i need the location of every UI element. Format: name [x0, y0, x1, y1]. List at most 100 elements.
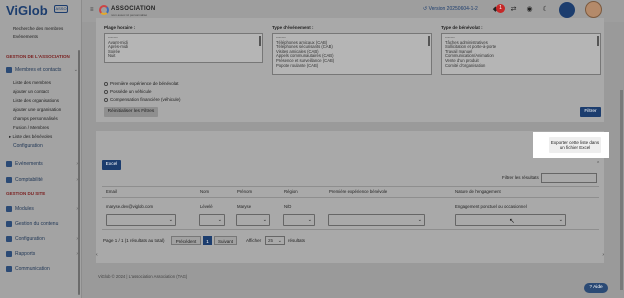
vehicle-checkbox[interactable]: Possède un véhicule [104, 89, 152, 94]
column-header-experience[interactable]: Première expérience bénévole [329, 189, 387, 194]
table-bottom-divider [102, 229, 599, 230]
page-1-button[interactable]: 1 [203, 236, 212, 245]
listbox-scrollbar[interactable] [597, 36, 599, 46]
sidebar-subitem-add-org[interactable]: ajouter une organisation [13, 107, 61, 112]
chevron-up-icon[interactable]: ⌃ [596, 161, 600, 167]
list-option[interactable]: Popote roulante (CAB) [276, 63, 428, 69]
checkbox-box[interactable] [104, 89, 108, 94]
user-avatar[interactable] [585, 1, 602, 18]
sidebar-item-communications[interactable]: Communication [6, 266, 78, 272]
sidebar-item-content[interactable]: Gestion du contenu [6, 221, 78, 227]
sidebar-item-site-configuration[interactable]: Configuration › [6, 236, 78, 242]
table-horizontal-scrollbar[interactable]: ‹ › [96, 252, 604, 258]
event-type-label: Type d'événement : [272, 25, 314, 30]
swap-icon[interactable]: ⇄ [509, 5, 518, 14]
per-page-value: 25 [268, 238, 274, 243]
excel-export-button[interactable]: Excel [102, 160, 121, 170]
scroll-left-icon[interactable]: ‹ [96, 252, 98, 258]
content-icon [6, 221, 12, 227]
sidebar-subitem-volunteers[interactable]: ▸ Liste des bénévoles [9, 134, 52, 140]
help-button[interactable]: ? Aide [584, 283, 608, 293]
sidebar-subitem-custom-fields[interactable]: champs personnalisés [13, 116, 58, 121]
language-icon[interactable] [559, 2, 575, 18]
column-filter-region[interactable]: ⌄ [283, 214, 315, 226]
menu-toggle-icon[interactable]: ≡ [90, 7, 94, 13]
filter-results-label: Filtrer les résultats [502, 175, 539, 180]
notification-badge: 1 [496, 4, 505, 13]
chevron-down-icon: ⌄ [417, 217, 422, 223]
sidebar-item-modules[interactable]: Modules › [6, 206, 78, 212]
sidebar-subitem-org-list[interactable]: Liste des organisations [13, 98, 59, 103]
export-tooltip: Exporter cette liste dans un fichier Exc… [533, 132, 609, 158]
main-scrollbar[interactable] [620, 90, 623, 290]
checkbox-box[interactable] [104, 81, 108, 86]
eye-icon[interactable]: ◉ [525, 5, 534, 14]
chart-icon [6, 251, 12, 257]
checkbox-label: Première expérience de bénévolat [110, 81, 179, 86]
sidebar-link-events[interactable]: Evénements [13, 34, 38, 39]
list-option[interactable]: Nuit [108, 54, 259, 59]
sidebar-item-label: Gestion du contenu [15, 221, 59, 227]
sidebar-subitem-member-list[interactable]: Liste des membres [13, 80, 51, 85]
mouse-cursor-icon: ↖ [509, 218, 515, 225]
members-icon [6, 67, 12, 73]
sidebar-item-label: Comptabilité [15, 177, 43, 183]
accounting-icon [6, 177, 12, 183]
show-label: Afficher [246, 238, 262, 243]
previous-page-button[interactable]: Précédent [171, 236, 201, 245]
first-experience-checkbox[interactable]: Première expérience de bénévolat [104, 81, 179, 86]
column-header-name[interactable]: Nom [200, 189, 209, 194]
listbox-scrollbar[interactable] [428, 36, 430, 46]
dark-mode-icon[interactable]: ☾ [541, 5, 550, 14]
caret-right-icon: ▸ [9, 134, 12, 139]
column-filter-email[interactable]: ⌄ [106, 214, 176, 226]
volunteer-type-label: Type de bénévolat : [441, 25, 483, 30]
column-header-firstname[interactable]: Prénom [237, 189, 252, 194]
column-header-engagement[interactable]: Nature de l'engagement [455, 189, 501, 194]
table-header-divider [102, 197, 599, 198]
reset-filters-button[interactable]: Réinitialiser les Filtres [104, 107, 158, 117]
chevron-down-icon: ⌄ [262, 217, 267, 223]
app-logo[interactable]: ViGlob [6, 3, 48, 18]
column-filter-name[interactable]: ⌄ [199, 214, 225, 226]
sidebar-item-label: Liste des bénévoles [12, 134, 53, 139]
sidebar-subitem-add-contact[interactable]: ajouter un contact [13, 89, 49, 94]
column-header-email[interactable]: Email [106, 189, 117, 194]
sidebar-item-members[interactable]: Membres et contacts ⌄ [6, 67, 78, 73]
per-page-select[interactable]: 25 ⌄ [265, 236, 285, 245]
version-link[interactable]: ↺ Version 20250604-1-2 [423, 6, 478, 12]
column-header-region[interactable]: Région [284, 189, 298, 194]
version-label: Version 20250604-1-2 [428, 6, 478, 12]
filter-button[interactable]: Filtrer [580, 107, 601, 117]
association-logo [99, 5, 109, 15]
list-option[interactable]: Comité d'organisation [445, 63, 597, 69]
sidebar-subitem-merge-members[interactable]: Fusion / Membres [13, 125, 49, 130]
association-subtitle: nom assoc ici personnalisé [111, 13, 148, 17]
event-type-listbox[interactable]: ------- Téléphones amicaux (CAB) Télépho… [272, 33, 432, 75]
sidebar-item-configuration[interactable]: Configuration [13, 143, 43, 149]
modules-icon [6, 206, 12, 212]
sidebar-item-reports[interactable]: Rapports › [6, 251, 78, 257]
checkbox-box[interactable] [104, 97, 108, 102]
sidebar-item-label: Configuration [15, 236, 45, 242]
sidebar-scrollbar[interactable] [78, 50, 80, 295]
sidebar-section-association: GESTION DE L'ASSOCIATION [6, 54, 70, 59]
next-page-button[interactable]: Suivant [214, 236, 237, 245]
schedule-listbox[interactable]: ------- Avant-midi Après-midi Soirée Nui… [104, 33, 263, 63]
filter-results-input[interactable] [541, 173, 597, 183]
sidebar-section-site: GESTION DU SITE [6, 191, 46, 196]
compensation-checkbox[interactable]: Compensation financière (véhicule) [104, 97, 181, 102]
sidebar-link-member-search[interactable]: Recherche des membres [13, 26, 63, 31]
sidebar-item-accounting[interactable]: Comptabilité › [6, 177, 78, 183]
listbox-scrollbar[interactable] [259, 36, 261, 46]
sidebar-item-events[interactable]: Evénements › [6, 161, 78, 167]
results-label: résultats [288, 238, 306, 243]
sidebar-item-label: Evénements [15, 161, 43, 167]
scroll-right-icon[interactable]: › [602, 252, 604, 258]
cell-region: N/D [284, 204, 292, 209]
column-filter-experience[interactable]: ⌄ [328, 214, 425, 226]
volunteer-type-listbox[interactable]: ------- Tâches administratives Sollicita… [441, 33, 601, 75]
cell-engagement: Engagement ponctuel ou occasionnel [455, 204, 527, 209]
help-icon: ? [589, 285, 592, 290]
column-filter-firstname[interactable]: ⌄ [236, 214, 270, 226]
